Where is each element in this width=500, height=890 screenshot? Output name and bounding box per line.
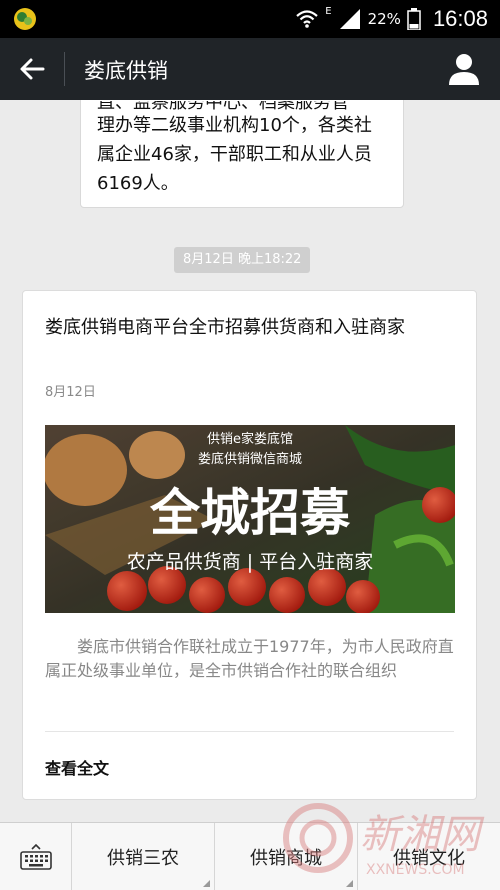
- menu-item-supply-agriculture[interactable]: 供销三农: [72, 823, 215, 890]
- message-timestamp: 8月12日 晚上18:22: [174, 247, 311, 273]
- app-notification-icon: [14, 8, 36, 30]
- title-divider: [64, 52, 65, 86]
- article-cover-image[interactable]: 供销e家娄底馆 娄底供销微信商城 全城招募 农产品供货商 | 平台入驻商家: [45, 425, 455, 613]
- keyboard-toggle-button[interactable]: [0, 823, 72, 890]
- keyboard-icon: [19, 844, 52, 870]
- signal-icon: [339, 9, 360, 29]
- cover-line2: 娄底供销微信商城: [198, 451, 302, 467]
- menu-item-label: 供销商城: [250, 848, 322, 869]
- cover-illustration: 供销e家娄底馆 娄底供销微信商城 全城招募 农产品供货商 | 平台入驻商家: [45, 425, 455, 613]
- article-title: 娄底供销电商平台全市招募供货商和入驻商家: [45, 317, 405, 338]
- cover-subline: 农产品供货商 | 平台入驻商家: [127, 551, 373, 573]
- submenu-indicator-icon: [346, 880, 353, 887]
- menu-item-supply-mall[interactable]: 供销商城: [215, 823, 358, 890]
- status-bar: E 22% 16:08: [0, 0, 500, 38]
- battery-icon: [407, 8, 421, 30]
- message-text: 理办等二级事业机构10个，各类社属企业46家，干部职工和从业人员6169人。: [97, 115, 372, 194]
- title-bar: 娄底供销: [0, 38, 500, 100]
- message-bubble[interactable]: 直、监察服务中心、档案服务管 理办等二级事业机构10个，各类社属企业46家，干部…: [80, 100, 404, 208]
- article-card[interactable]: 娄底供销电商平台全市招募供货商和入驻商家 8月12日 供销e家娄底馆 娄底供销微…: [22, 290, 477, 800]
- menu-item-supply-culture[interactable]: 供销文化: [358, 823, 500, 890]
- submenu-indicator-icon: [203, 880, 210, 887]
- profile-icon[interactable]: [446, 51, 482, 87]
- network-type-label: E: [325, 5, 332, 17]
- message-partial-line: 直、监察服务中心、档案服务管: [97, 101, 387, 111]
- chat-area[interactable]: 直、监察服务中心、档案服务管 理办等二级事业机构10个，各类社属企业46家，干部…: [0, 100, 500, 822]
- cover-line1: 供销e家娄底馆: [207, 431, 293, 447]
- menu-item-label: 供销文化: [393, 848, 465, 869]
- back-button[interactable]: [10, 48, 54, 90]
- article-summary: 娄底市供销合作联社成立于1977年，为市人民政府直属正处级事业单位，是全市供销合…: [45, 637, 454, 680]
- status-icons: E 22% 16:08: [295, 0, 488, 38]
- battery-percent: 22%: [367, 10, 401, 28]
- menu-item-label: 供销三农: [107, 848, 179, 869]
- cover-headline: 全城招募: [149, 483, 351, 542]
- page-title: 娄底供销: [84, 59, 168, 83]
- arrow-left-icon: [20, 58, 45, 80]
- card-divider: [45, 731, 454, 732]
- wifi-icon: [296, 10, 319, 28]
- read-full-article-link[interactable]: 查看全文: [45, 755, 109, 779]
- bottom-menu: 供销三农 供销商城 供销文化: [0, 822, 500, 890]
- article-date: 8月12日: [45, 385, 96, 400]
- clock: 16:08: [432, 6, 488, 31]
